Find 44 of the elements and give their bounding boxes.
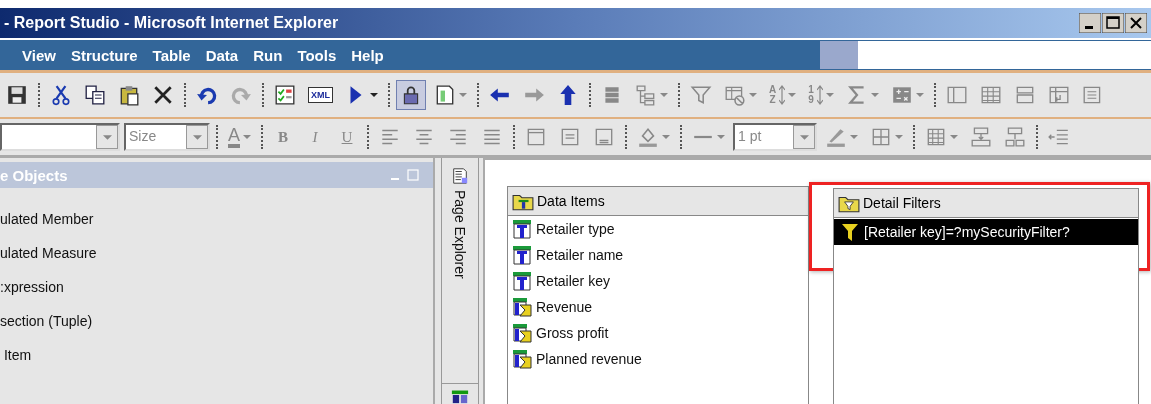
- measure-icon: [512, 297, 532, 317]
- object-item[interactable]: Item: [0, 338, 433, 372]
- object-item[interactable]: :xpression: [0, 270, 433, 304]
- list-title: Data Items: [537, 193, 605, 209]
- measure-icon: [512, 349, 532, 369]
- line-width-field[interactable]: 1 pt: [733, 123, 817, 151]
- query-item-row[interactable]: Planned revenue: [508, 346, 808, 372]
- maximize-icon[interactable]: [1102, 13, 1124, 33]
- dropdown-arrow-icon[interactable]: [799, 134, 809, 140]
- size-field[interactable]: Size: [124, 123, 210, 151]
- object-item[interactable]: ulated Measure: [0, 236, 433, 270]
- list-title: Detail Filters: [863, 195, 941, 211]
- query-item-row[interactable]: Gross profit: [508, 320, 808, 346]
- object-item[interactable]: section (Tuple): [0, 304, 433, 338]
- menu-item[interactable]: Help: [351, 46, 384, 64]
- panel-title: e Objects: [0, 166, 69, 184]
- menu-item[interactable]: Run: [253, 46, 283, 64]
- caret-icon: [243, 135, 251, 139]
- minimize-icon[interactable]: [1079, 13, 1101, 33]
- close-icon[interactable]: [1125, 13, 1147, 33]
- window-title: - Report Studio - Microsoft Internet Explorer: [4, 14, 340, 32]
- menu-item[interactable]: Data: [205, 46, 239, 64]
- measure-icon: [512, 323, 532, 343]
- menu-item[interactable]: Table: [152, 46, 191, 64]
- query-item-row[interactable]: Retailer key: [508, 268, 808, 294]
- data-item-icon: [512, 271, 532, 291]
- menu-item[interactable]: Tools: [297, 46, 337, 64]
- menu-item[interactable]: View: [22, 46, 56, 64]
- address-field[interactable]: [861, 41, 1151, 69]
- lock-icon[interactable]: [396, 80, 426, 110]
- filter-icon: [840, 222, 860, 242]
- data-item-icon: [512, 219, 532, 239]
- menu-item[interactable]: Structure: [70, 46, 138, 64]
- object-item[interactable]: ulated Member: [0, 202, 433, 236]
- query-item-row[interactable]: Retailer type: [508, 216, 808, 242]
- dropdown-arrow-icon[interactable]: [102, 134, 112, 140]
- data-item-icon: [512, 245, 532, 265]
- filter-item[interactable]: [Retailer key]=?mySecurityFilter?: [834, 219, 1138, 245]
- font-field[interactable]: [0, 123, 120, 151]
- page-icon: [451, 166, 469, 186]
- dropdown-arrow-icon[interactable]: [192, 134, 202, 140]
- query-item-row[interactable]: Retailer name: [508, 242, 808, 268]
- menu-grip: [820, 41, 861, 69]
- query-item-row[interactable]: Revenue: [508, 294, 808, 320]
